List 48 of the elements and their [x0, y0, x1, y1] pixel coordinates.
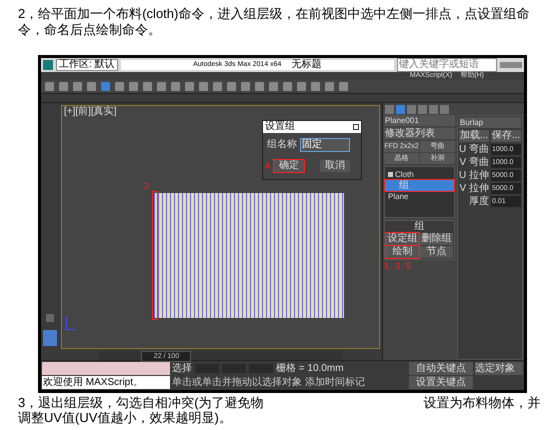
property-label: V 拉伸	[460, 183, 489, 194]
stack-item[interactable]: 组	[385, 180, 454, 191]
grid-size-label: 栅格 = 10.0mm	[276, 364, 344, 374]
close-icon[interactable]	[353, 124, 359, 130]
stack-item[interactable]: Plane	[385, 191, 454, 202]
group-button[interactable]: 删除组	[420, 233, 453, 245]
workspace-dropdown[interactable]: 工作区: 默认	[56, 59, 118, 71]
ok-button[interactable]: 确定	[274, 160, 304, 172]
step-text: 3，退出组层级，勾选自相冲突(为了避免物 设置为布料物体，并调整UV值(UV值越小，效果越明显)。	[18, 395, 542, 425]
collapse-icon[interactable]	[388, 172, 393, 177]
group-button[interactable]: 设定组	[386, 233, 419, 245]
document-name: 无标题	[291, 60, 322, 70]
maxscript-input-field[interactable]	[42, 362, 170, 375]
load-button[interactable]: 加载...	[459, 130, 489, 142]
selection-label: 选择	[172, 364, 192, 374]
set-key-button[interactable]: 设置关键点	[409, 376, 473, 389]
rollout-title: 组	[414, 222, 426, 232]
step-marker: 4	[265, 162, 270, 170]
window-controls-icon[interactable]	[500, 62, 522, 68]
property-label: 厚度	[469, 196, 489, 207]
property-label: U 弯曲	[459, 144, 489, 155]
preset-dropdown[interactable]: Burlap	[459, 117, 521, 128]
step-marker: 3	[395, 262, 400, 271]
selected-objects-dropdown[interactable]: 选定对象	[475, 362, 523, 375]
add-time-tag-button[interactable]: 添加时间标记	[305, 378, 365, 388]
expand-icon[interactable]	[46, 314, 54, 322]
status-prompt: 单击或单击并拖动以选择对象	[172, 378, 302, 388]
object-name-field[interactable]: Plane001	[384, 115, 455, 126]
step-marker: 2	[144, 182, 150, 191]
save-button[interactable]: 保存...	[491, 130, 521, 142]
app-logo-icon[interactable]	[43, 60, 53, 70]
auto-key-button[interactable]: 自动关键点	[409, 362, 473, 375]
axis-gizmo-icon	[66, 316, 76, 330]
maxscript-listener[interactable]: 欢迎使用 MAXScript。	[42, 376, 170, 389]
property-label: V 弯曲	[460, 157, 489, 168]
modifier-list-dropdown[interactable]: 修改器列表	[384, 128, 455, 139]
viewport-thumbnail-icon[interactable]	[43, 330, 57, 346]
group-button[interactable]: 绘制	[386, 246, 419, 258]
step-text: 2，给平面加一个布料(cloth)命令，进入组层级，在前视图中选中左侧一排点，点设置组命令，命名后点绘制命令。	[18, 5, 530, 38]
dialog-title: 设置组	[265, 122, 295, 132]
step-marker: 5	[406, 262, 412, 271]
property-label: U 拉伸	[459, 170, 489, 181]
stack-item[interactable]: Cloth	[385, 169, 454, 180]
cancel-button[interactable]: 取消	[320, 160, 350, 172]
group-button[interactable]: 节点	[420, 246, 453, 258]
field-label: 组名称	[267, 140, 297, 150]
step-marker: 1	[384, 262, 390, 271]
viewport-label[interactable]: [+][前][真实]	[64, 107, 117, 117]
